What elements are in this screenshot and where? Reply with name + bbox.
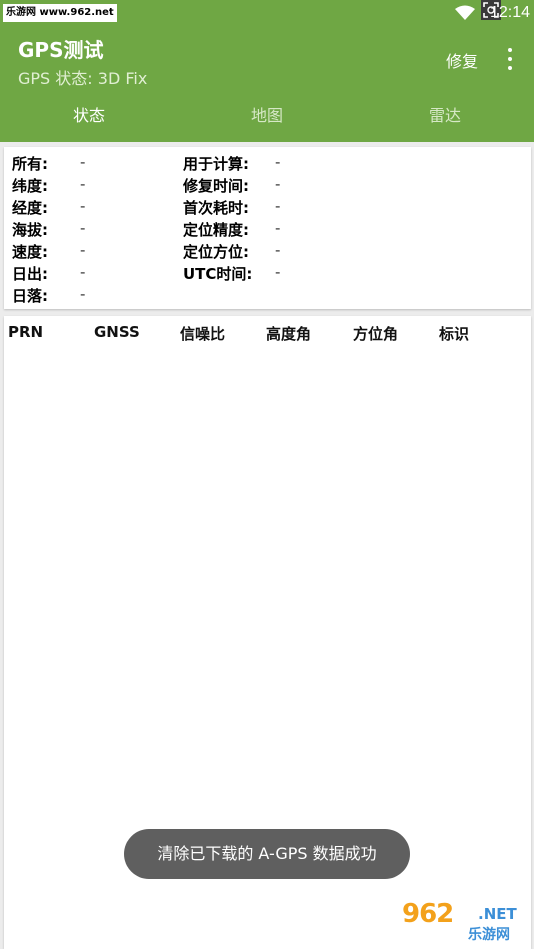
- info-label: UTC时间:: [183, 265, 253, 283]
- toast-message: 清除已下载的 A-GPS 数据成功: [124, 829, 410, 879]
- info-value: -: [80, 175, 86, 193]
- info-label: 经度:: [12, 199, 48, 217]
- tab-bar: 状态 地图 雷达: [0, 96, 534, 138]
- watermark-logo: 962 .NET 乐游网: [396, 897, 530, 945]
- app-bar: 乐游网 www.962.net 12:14 GPS测试 GPS 状态: 3D F…: [0, 0, 534, 142]
- column-header-flags: 标识: [439, 325, 470, 343]
- info-value: -: [275, 219, 281, 237]
- tab-map[interactable]: 地图: [178, 96, 356, 138]
- info-value: -: [275, 153, 281, 171]
- info-value: -: [80, 241, 86, 259]
- table-header: PRN GNSS 信噪比 高度角 方位角 标识: [4, 316, 531, 350]
- column-header-prn: PRN: [8, 323, 44, 341]
- watermark-logo-net: .NET: [478, 905, 517, 923]
- app-title: GPS测试: [18, 38, 104, 62]
- info-value: -: [80, 153, 86, 171]
- info-value: -: [275, 263, 281, 281]
- column-header-azimuth: 方位角: [353, 325, 399, 343]
- info-value: -: [80, 285, 86, 303]
- info-value: -: [275, 175, 281, 193]
- column-header-elevation: 高度角: [266, 325, 312, 343]
- info-value: -: [275, 197, 281, 215]
- info-value: -: [80, 219, 86, 237]
- watermark-logo-number: 962: [402, 899, 454, 929]
- info-value: -: [80, 197, 86, 215]
- info-label: 修复时间:: [183, 177, 249, 195]
- status-panel: 所有: - 纬度: - 经度: - 海拔: - 速度: - 日出: - 日落: …: [4, 147, 531, 309]
- column-header-snr: 信噪比: [180, 325, 226, 343]
- tab-indicator: [0, 138, 178, 142]
- info-label: 海拔:: [12, 221, 48, 239]
- info-label: 用于计算:: [183, 155, 249, 173]
- wifi-icon: [455, 5, 475, 20]
- info-label: 速度:: [12, 243, 48, 261]
- info-value: -: [275, 241, 281, 259]
- info-label: 纬度:: [12, 177, 48, 195]
- column-header-gnss: GNSS: [94, 323, 140, 341]
- info-label: 首次耗时:: [183, 199, 249, 217]
- overflow-menu-icon[interactable]: [500, 46, 520, 72]
- tab-radar[interactable]: 雷达: [356, 96, 534, 138]
- info-label: 日出:: [12, 265, 48, 283]
- watermark-logo-sub: 乐游网: [468, 927, 510, 943]
- status-bar: 乐游网 www.962.net 12:14: [0, 0, 534, 28]
- fix-button[interactable]: 修复: [446, 48, 478, 72]
- gps-status-subtitle: GPS 状态: 3D Fix: [18, 69, 148, 88]
- info-label: 定位方位:: [183, 243, 249, 261]
- watermark-top: 乐游网 www.962.net: [3, 4, 117, 22]
- status-time: 12:14: [490, 4, 531, 21]
- info-label: 日落:: [12, 287, 48, 305]
- info-value: -: [80, 263, 86, 281]
- tab-status[interactable]: 状态: [0, 96, 178, 138]
- info-label: 定位精度:: [183, 221, 249, 239]
- info-label: 所有:: [12, 155, 48, 173]
